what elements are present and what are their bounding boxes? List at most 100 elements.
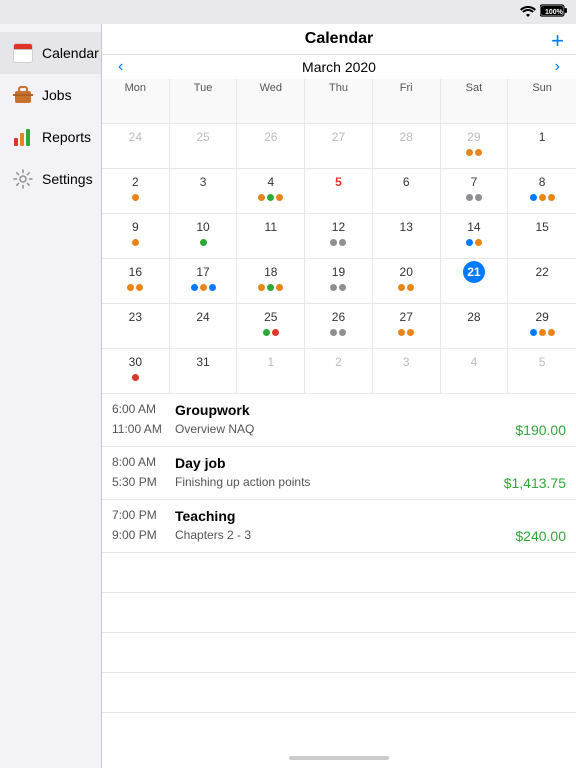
add-event-button[interactable]: +: [551, 30, 564, 52]
app-title: Calendar: [305, 30, 373, 48]
cal-dots-3-4: [398, 284, 414, 291]
reports-icon: [12, 126, 34, 148]
cal-cell-3-2[interactable]: 18: [237, 259, 305, 303]
event-header-0: 6:00 AMGroupwork: [102, 394, 576, 422]
month-title: March 2020: [302, 59, 376, 75]
cal-cell-0-5[interactable]: 29: [441, 124, 509, 168]
event-description-2: Chapters 2 - 3: [175, 528, 507, 544]
cal-cell-0-3[interactable]: 27: [305, 124, 373, 168]
cal-cell-2-4[interactable]: 13: [373, 214, 441, 258]
cal-cell-5-0[interactable]: 30: [102, 349, 170, 393]
cal-date-0-5: 29: [463, 126, 485, 148]
cal-cell-4-5[interactable]: 28: [441, 304, 509, 348]
cal-date-2-1: 10: [192, 216, 214, 238]
cal-cell-5-6[interactable]: 5: [508, 349, 576, 393]
app-title-bar: Calendar +: [102, 24, 576, 55]
cal-cell-1-1[interactable]: 3: [170, 169, 238, 213]
cal-cell-5-3[interactable]: 2: [305, 349, 373, 393]
cal-cell-0-4[interactable]: 28: [373, 124, 441, 168]
calendar-row-3: 16 17 1819202122: [102, 259, 576, 304]
sidebar-item-calendar[interactable]: Calendar: [0, 32, 101, 74]
cal-cell-1-5[interactable]: 7: [441, 169, 509, 213]
col-header-fri: Fri: [373, 79, 441, 123]
cal-cell-2-0[interactable]: 9: [102, 214, 170, 258]
dot-2-1-0: [200, 239, 207, 246]
cal-cell-2-6[interactable]: 15: [508, 214, 576, 258]
cal-dots-2-5: [466, 239, 482, 246]
cal-cell-0-2[interactable]: 26: [237, 124, 305, 168]
cal-date-3-1: 17: [192, 261, 214, 283]
cal-date-1-2: 4: [260, 171, 282, 193]
sidebar-item-jobs-label: Jobs: [42, 87, 72, 103]
cal-cell-5-4[interactable]: 3: [373, 349, 441, 393]
cal-cell-3-6[interactable]: 22: [508, 259, 576, 303]
cal-cell-4-2[interactable]: 25: [237, 304, 305, 348]
col-header-tue: Tue: [170, 79, 238, 123]
cal-cell-3-0[interactable]: 16: [102, 259, 170, 303]
event-group-0[interactable]: 6:00 AMGroupwork11:00 AMOverview NAQ$190…: [102, 394, 576, 447]
dot-4-6-1: [539, 329, 546, 336]
cal-cell-1-3[interactable]: 5: [305, 169, 373, 213]
cal-cell-3-4[interactable]: 20: [373, 259, 441, 303]
calendar-grid: Mon Tue Wed Thu Fri Sat Sun 242526272829…: [102, 79, 576, 394]
dot-3-3-1: [339, 284, 346, 291]
sidebar-item-settings[interactable]: Settings: [0, 158, 101, 200]
cal-date-0-3: 27: [327, 126, 349, 148]
cal-cell-2-5[interactable]: 14: [441, 214, 509, 258]
cal-cell-1-0[interactable]: 2: [102, 169, 170, 213]
dot-3-1-1: [200, 284, 207, 291]
cal-date-5-2: 1: [260, 351, 282, 373]
cal-cell-3-1[interactable]: 17: [170, 259, 238, 303]
cal-cell-4-4[interactable]: 27: [373, 304, 441, 348]
event-group-1[interactable]: 8:00 AMDay job5:30 PMFinishing up action…: [102, 447, 576, 500]
cal-cell-3-3[interactable]: 19: [305, 259, 373, 303]
empty-row-4: [102, 713, 576, 748]
cal-cell-0-1[interactable]: 25: [170, 124, 238, 168]
cal-cell-4-0[interactable]: 23: [102, 304, 170, 348]
cal-cell-4-1[interactable]: 24: [170, 304, 238, 348]
prev-month-button[interactable]: ‹: [106, 58, 135, 76]
event-description-1: Finishing up action points: [175, 475, 496, 491]
cal-cell-1-4[interactable]: 6: [373, 169, 441, 213]
cal-cell-0-6[interactable]: 1: [508, 124, 576, 168]
dot-4-3-0: [330, 329, 337, 336]
col-header-mon: Mon: [102, 79, 170, 123]
home-indicator: [289, 756, 389, 760]
cal-dots-2-0: [132, 239, 139, 246]
cal-cell-2-2[interactable]: 11: [237, 214, 305, 258]
calendar-row-5: 30 31 1 2 345: [102, 349, 576, 394]
cal-cell-2-3[interactable]: 12: [305, 214, 373, 258]
cal-cell-5-2[interactable]: 1: [237, 349, 305, 393]
cal-date-4-6: 29: [531, 306, 553, 328]
cal-cell-3-5[interactable]: 21: [441, 259, 509, 303]
cal-dots-3-3: [330, 284, 346, 291]
cal-cell-5-5[interactable]: 4: [441, 349, 509, 393]
cal-date-5-3: 2: [327, 351, 349, 373]
sidebar: Calendar Jobs Reports: [0, 24, 102, 768]
cal-cell-1-2[interactable]: 4: [237, 169, 305, 213]
dot-0-5-1: [475, 149, 482, 156]
event-group-2[interactable]: 7:00 PMTeaching9:00 PMChapters 2 - 3$240…: [102, 500, 576, 553]
calendar-row-2: 9 10 1112131415: [102, 214, 576, 259]
cal-cell-2-1[interactable]: 10: [170, 214, 238, 258]
dot-4-2-0: [263, 329, 270, 336]
event-title-2: Teaching: [175, 508, 235, 524]
dot-2-3-1: [339, 239, 346, 246]
cal-cell-1-6[interactable]: 8: [508, 169, 576, 213]
cal-cell-4-6[interactable]: 29: [508, 304, 576, 348]
col-header-thu: Thu: [305, 79, 373, 123]
cal-cell-5-1[interactable]: 31: [170, 349, 238, 393]
empty-row-1: [102, 593, 576, 633]
cal-date-1-0: 2: [124, 171, 146, 193]
sidebar-item-reports[interactable]: Reports: [0, 116, 101, 158]
battery-icon: 100%: [540, 4, 568, 20]
dot-1-5-0: [466, 194, 473, 201]
dot-0-5-0: [466, 149, 473, 156]
dot-5-0-0: [132, 374, 139, 381]
next-month-button[interactable]: ›: [543, 58, 572, 76]
sidebar-item-jobs[interactable]: Jobs: [0, 74, 101, 116]
event-start-time-1: 8:00 AM: [112, 455, 167, 471]
cal-cell-4-3[interactable]: 26: [305, 304, 373, 348]
cal-cell-0-0[interactable]: 24: [102, 124, 170, 168]
cal-date-5-0: 30: [124, 351, 146, 373]
